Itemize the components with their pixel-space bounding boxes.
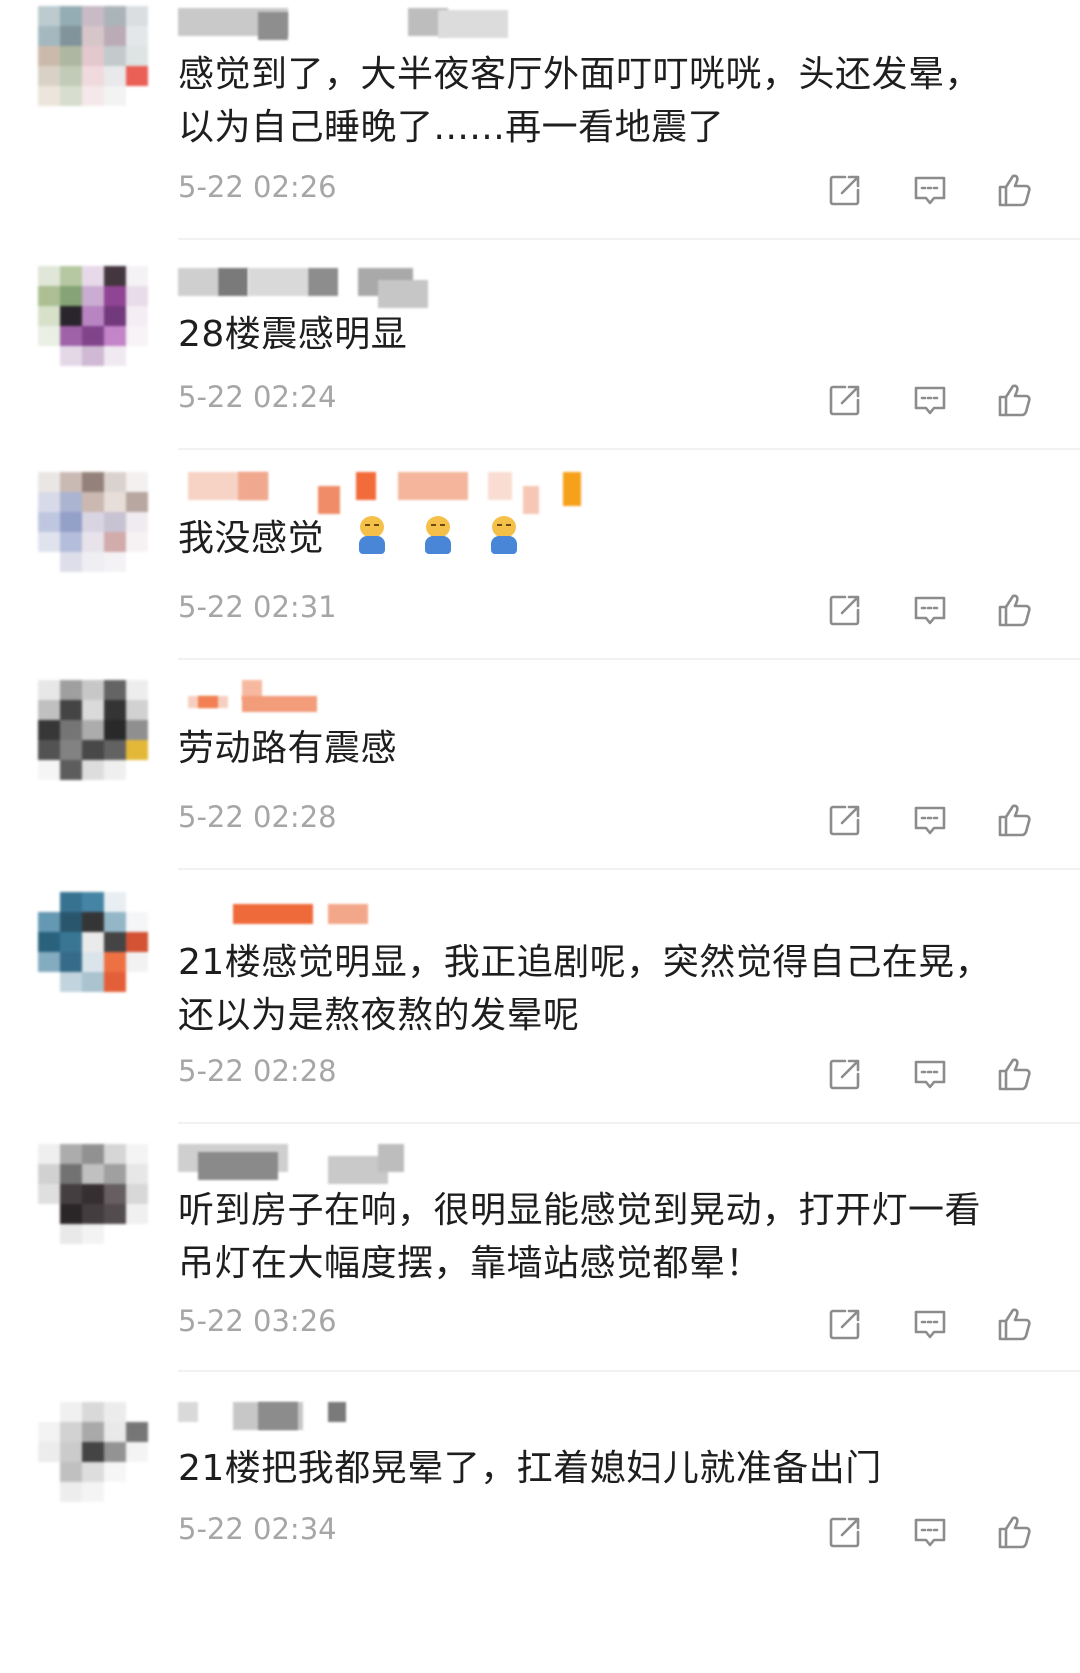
avatar[interactable] [38, 680, 148, 780]
thumbs-up-icon[interactable] [995, 590, 1035, 630]
sad-face-emoji [420, 516, 456, 556]
username-masked[interactable] [178, 1144, 678, 1184]
comment-icon[interactable] [910, 170, 950, 210]
share-icon[interactable] [825, 170, 865, 210]
divider [178, 1370, 1080, 1372]
username-masked[interactable] [178, 472, 678, 514]
comment-actions [825, 170, 1045, 210]
sad-face-emoji [354, 516, 390, 556]
comment-feed: 感觉到了，大半夜客厅外面叮叮咣咣，头还发晕， 以为自己睡晚了......再一看地… [0, 0, 1080, 1673]
username-masked[interactable] [178, 680, 678, 714]
comment-icon[interactable] [910, 380, 950, 420]
comment-actions [825, 800, 1045, 840]
comment-icon[interactable] [910, 1512, 950, 1552]
thumbs-up-icon[interactable] [995, 1512, 1035, 1552]
comment-actions [825, 380, 1045, 420]
divider [178, 448, 1080, 450]
thumbs-up-icon[interactable] [995, 1304, 1035, 1344]
thumbs-up-icon[interactable] [995, 380, 1035, 420]
share-icon[interactable] [825, 1304, 865, 1344]
sad-face-emoji [486, 516, 522, 556]
username-masked[interactable] [178, 900, 678, 934]
thumbs-up-icon[interactable] [995, 800, 1035, 840]
comment-icon[interactable] [910, 800, 950, 840]
comment-text: 感觉到了，大半夜客厅外面叮叮咣咣，头还发晕， 以为自己睡晚了......再一看地… [178, 54, 982, 148]
avatar[interactable] [38, 892, 148, 992]
thumbs-up-icon[interactable] [995, 170, 1035, 210]
comment-text: 我没感觉 [178, 512, 1038, 565]
comment-text: 劳动路有震感 [178, 728, 398, 769]
avatar[interactable] [38, 266, 148, 366]
comment-actions [825, 590, 1045, 630]
comment-icon[interactable] [910, 590, 950, 630]
comment-time: 5-22 02:28 [178, 800, 337, 834]
username-masked[interactable] [178, 268, 678, 308]
divider [178, 1122, 1080, 1124]
avatar[interactable] [38, 1402, 148, 1502]
avatar[interactable] [38, 1144, 148, 1244]
comment-text: 听到房子在响，很明显能感觉到晃动，打开灯一看 吊灯在大幅度摆，靠墙站感觉都晕！ [178, 1190, 982, 1284]
thumbs-up-icon[interactable] [995, 1054, 1035, 1094]
comment-time: 5-22 02:31 [178, 590, 337, 624]
avatar[interactable] [38, 472, 148, 572]
share-icon[interactable] [825, 800, 865, 840]
divider [178, 238, 1080, 240]
share-icon[interactable] [825, 590, 865, 630]
comment-actions [825, 1304, 1045, 1344]
comment-time: 5-22 02:34 [178, 1512, 337, 1546]
comment-actions [825, 1512, 1045, 1552]
comment-time: 5-22 02:26 [178, 170, 337, 204]
comment-text: 21楼把我都晃晕了，扛着媳妇儿就准备出门 [178, 1448, 882, 1489]
divider [178, 658, 1080, 660]
comment-time: 5-22 03:26 [178, 1304, 337, 1338]
comment-time: 5-22 02:28 [178, 1054, 337, 1088]
share-icon[interactable] [825, 1054, 865, 1094]
comment-text: 28楼震感明显 [178, 314, 408, 355]
comment-time: 5-22 02:24 [178, 380, 337, 414]
comment-icon[interactable] [910, 1054, 950, 1094]
share-icon[interactable] [825, 1512, 865, 1552]
share-icon[interactable] [825, 380, 865, 420]
comment-icon[interactable] [910, 1304, 950, 1344]
comment-text: 21楼感觉明显，我正追剧呢，突然觉得自己在晃， 还以为是熬夜熬的发晕呢 [178, 942, 992, 1036]
username-masked[interactable] [178, 1402, 678, 1436]
comment-actions [825, 1054, 1045, 1094]
username-masked[interactable] [178, 8, 678, 42]
divider [178, 868, 1080, 870]
avatar[interactable] [38, 6, 148, 106]
